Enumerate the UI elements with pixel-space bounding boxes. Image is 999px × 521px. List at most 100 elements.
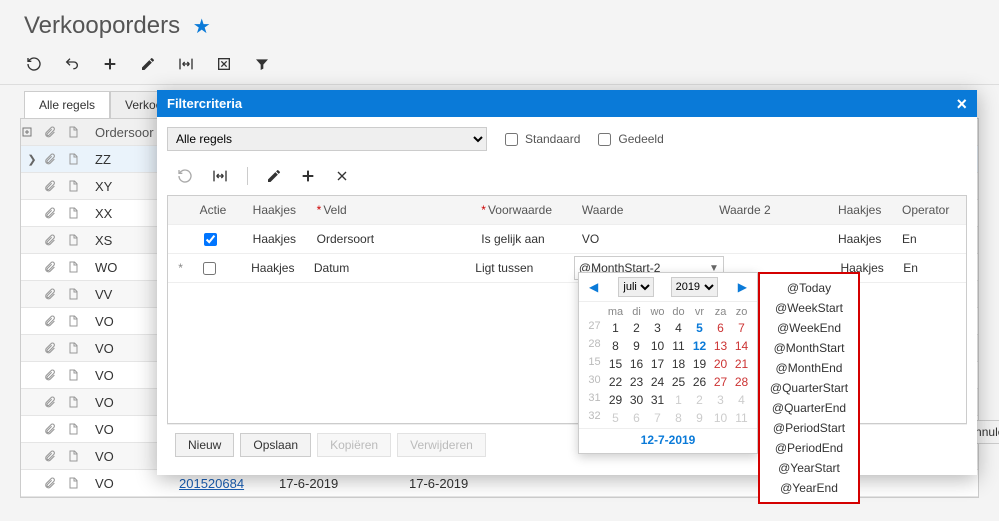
cell-haakjes[interactable]: Haakjes — [251, 261, 314, 275]
calendar-day[interactable]: 8 — [669, 410, 688, 426]
calendar-day[interactable]: 22 — [606, 374, 625, 390]
date-token[interactable]: @YearEnd — [760, 478, 858, 498]
attachment-icon[interactable] — [43, 180, 67, 193]
document-icon[interactable] — [67, 449, 91, 463]
row-expander-icon[interactable]: ❯ — [21, 153, 43, 166]
document-icon[interactable] — [67, 422, 91, 436]
date-token[interactable]: @YearStart — [760, 458, 858, 478]
actie-checkbox[interactable] — [193, 259, 251, 278]
calendar-day[interactable]: 2 — [690, 392, 709, 408]
document-icon[interactable] — [67, 341, 91, 355]
calendar-day[interactable]: 20 — [711, 356, 730, 372]
attachment-icon[interactable] — [43, 342, 67, 355]
calendar-day[interactable]: 10 — [648, 338, 667, 354]
calendar-day[interactable]: 3 — [711, 392, 730, 408]
reload-icon[interactable] — [24, 54, 44, 74]
document-icon[interactable] — [67, 260, 91, 274]
year-select[interactable]: 2019 — [671, 277, 718, 297]
attachment-icon[interactable] — [43, 261, 67, 274]
calendar-day[interactable]: 5 — [606, 410, 625, 426]
dialog-close-icon[interactable]: × — [956, 97, 967, 111]
calendar-day[interactable]: 19 — [690, 356, 709, 372]
hdr-voorwaarde[interactable]: Voorwaarde — [481, 203, 582, 217]
calendar-day[interactable]: 21 — [732, 356, 751, 372]
new-button[interactable]: Nieuw — [175, 433, 234, 457]
calendar-day[interactable]: 5 — [690, 320, 709, 336]
attachment-icon[interactable] — [43, 288, 67, 301]
document-icon[interactable] — [67, 179, 91, 193]
calendar-day[interactable]: 30 — [627, 392, 646, 408]
calendar-day[interactable]: 8 — [606, 338, 625, 354]
calendar-day[interactable]: 6 — [627, 410, 646, 426]
calendar-day[interactable]: 6 — [711, 320, 730, 336]
date-token[interactable]: @QuarterEnd — [760, 398, 858, 418]
attachment-icon[interactable] — [43, 396, 67, 409]
rule-set-select[interactable]: Alle regels — [167, 127, 487, 151]
standard-checkbox[interactable]: Standaard — [501, 130, 580, 149]
calendar-day[interactable]: 16 — [627, 356, 646, 372]
edit-icon[interactable] — [138, 54, 158, 74]
calendar-day[interactable]: 12 — [690, 338, 709, 354]
cell-voorwaarde[interactable]: Ligt tussen — [475, 261, 574, 275]
document-icon[interactable] — [67, 395, 91, 409]
document-icon[interactable] — [67, 368, 91, 382]
date-token[interactable]: @PeriodStart — [760, 418, 858, 438]
tab-all-rules[interactable]: Alle regels — [24, 91, 110, 118]
cell-veld[interactable]: Ordersoort — [317, 232, 482, 246]
document-icon[interactable] — [67, 152, 91, 166]
date-picker[interactable]: ◀ juli 2019 ▶ madiwodovrzazo271234567288… — [578, 272, 758, 454]
dlg-delete-icon[interactable] — [334, 168, 350, 184]
dlg-add-icon[interactable] — [300, 168, 316, 184]
date-token[interactable]: @Today — [760, 278, 858, 298]
attachment-icon[interactable] — [43, 234, 67, 247]
calendar-day[interactable]: 7 — [732, 320, 751, 336]
hdr-haakjes2[interactable]: Haakjes — [838, 203, 902, 217]
calendar-day[interactable]: 31 — [648, 392, 667, 408]
hdr-haakjes[interactable]: Haakjes — [253, 203, 317, 217]
dlg-fit-icon[interactable] — [211, 168, 229, 184]
calendar-day[interactable]: 1 — [669, 392, 688, 408]
prev-month-icon[interactable]: ◀ — [585, 280, 602, 294]
calendar-day[interactable]: 3 — [648, 320, 667, 336]
calendar-day[interactable]: 13 — [711, 338, 730, 354]
actie-checkbox[interactable] — [194, 230, 253, 249]
shared-checkbox[interactable]: Gedeeld — [594, 130, 663, 149]
fit-width-icon[interactable] — [176, 54, 196, 74]
calendar-day[interactable]: 9 — [627, 338, 646, 354]
calendar-day[interactable]: 28 — [732, 374, 751, 390]
calendar-day[interactable]: 11 — [669, 338, 688, 354]
date-token[interactable]: @WeekStart — [760, 298, 858, 318]
document-icon[interactable] — [67, 233, 91, 247]
calendar-day[interactable]: 27 — [711, 374, 730, 390]
date-picker-selected[interactable]: 12-7-2019 — [579, 428, 757, 453]
delete-icon[interactable] — [214, 54, 234, 74]
document-icon[interactable] — [67, 287, 91, 301]
calendar-day[interactable]: 7 — [648, 410, 667, 426]
save-button[interactable]: Opslaan — [240, 433, 311, 457]
month-select[interactable]: juli — [618, 277, 654, 297]
shared-checkbox-input[interactable] — [598, 133, 611, 146]
document-icon[interactable] — [67, 314, 91, 328]
dlg-edit-icon[interactable] — [266, 168, 282, 184]
cell-veld[interactable]: Datum — [314, 261, 475, 275]
hdr-veld[interactable]: Veld — [317, 203, 482, 217]
undo-icon[interactable] — [62, 54, 82, 74]
calendar-day[interactable]: 15 — [606, 356, 625, 372]
dlg-reload-icon[interactable] — [177, 168, 193, 184]
hdr-operator[interactable]: Operator — [902, 203, 966, 217]
attachment-icon[interactable] — [43, 369, 67, 382]
calendar-day[interactable]: 25 — [669, 374, 688, 390]
hdr-waarde2[interactable]: Waarde 2 — [719, 203, 838, 217]
attachment-icon[interactable] — [43, 315, 67, 328]
dialog-titlebar[interactable]: Filtercriteria × — [157, 90, 977, 117]
calendar-day[interactable]: 11 — [732, 410, 751, 426]
calendar-day[interactable]: 1 — [606, 320, 625, 336]
cell-ordernr[interactable]: 201520684 — [175, 476, 279, 491]
favorite-star-icon[interactable]: ★ — [193, 16, 211, 38]
calendar-day[interactable]: 4 — [732, 392, 751, 408]
calendar-day[interactable]: 2 — [627, 320, 646, 336]
attachment-icon[interactable] — [43, 450, 67, 463]
calendar-day[interactable]: 14 — [732, 338, 751, 354]
cell-operator[interactable]: En — [903, 261, 966, 275]
standard-checkbox-input[interactable] — [505, 133, 518, 146]
